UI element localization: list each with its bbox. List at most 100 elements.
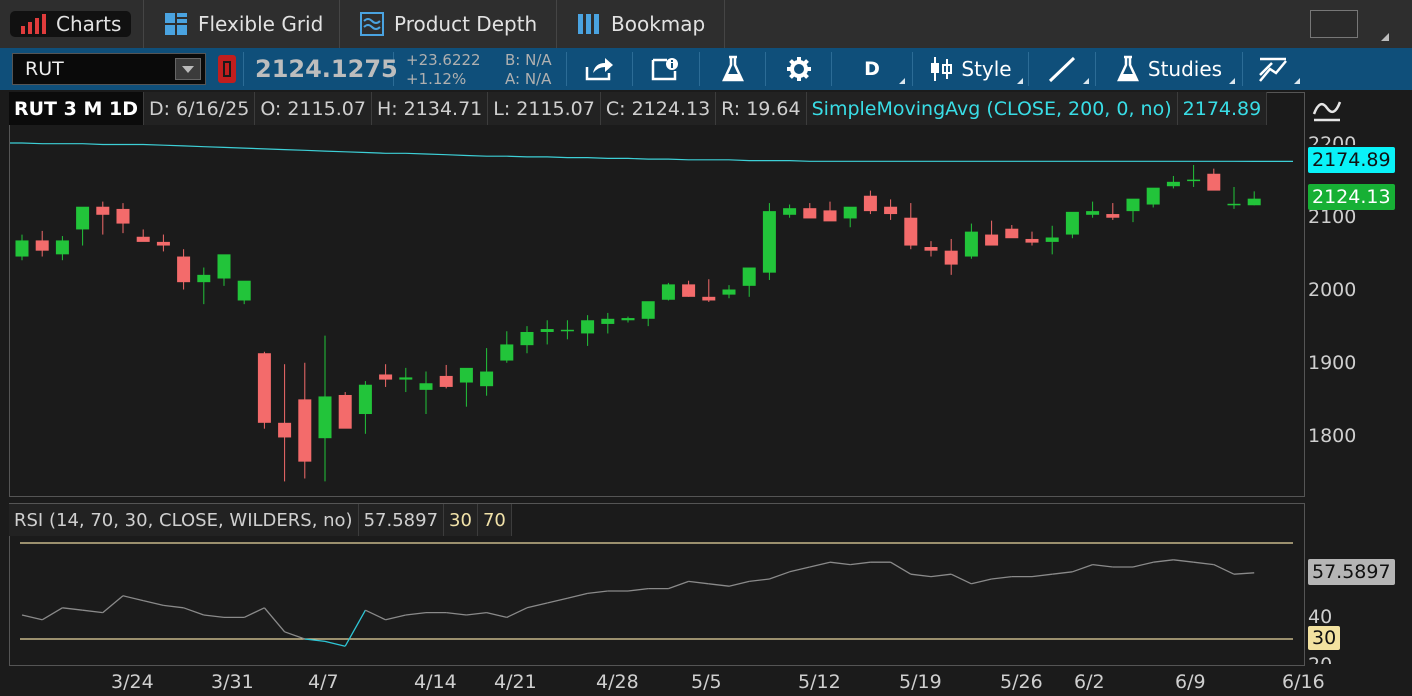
depth-icon — [360, 12, 384, 36]
candle — [722, 285, 736, 299]
last-price: 2124.1275 — [255, 55, 398, 83]
candle-body — [641, 301, 655, 319]
candle-body — [177, 256, 191, 283]
rsi-line-segment — [163, 604, 184, 609]
candle-body — [762, 211, 776, 273]
candle — [459, 367, 473, 407]
line-drawing-icon — [1048, 56, 1076, 83]
candle-body — [985, 234, 999, 246]
tab-product-depth[interactable]: Product Depth — [340, 0, 557, 48]
candle — [257, 351, 271, 429]
candle-body — [1227, 203, 1241, 206]
candle — [1166, 175, 1180, 189]
candle-body — [136, 236, 150, 242]
settings-button[interactable] — [766, 48, 831, 90]
candle — [1227, 186, 1241, 209]
symbol-dropdown-button[interactable] — [175, 58, 201, 80]
rsi-chart[interactable] — [10, 537, 1304, 664]
symbol-input[interactable]: RUT — [12, 53, 206, 85]
candle — [560, 320, 574, 340]
candle — [823, 201, 837, 222]
bar-date: D: 6/16/25 — [143, 92, 256, 125]
candle — [379, 364, 393, 387]
candle — [1106, 203, 1120, 220]
rsi-line-segment — [728, 580, 750, 587]
candle — [500, 331, 514, 363]
studies-button[interactable]: Studies — [1096, 48, 1242, 90]
candle-body — [742, 267, 756, 286]
price-tick: 1800 — [1308, 425, 1357, 447]
rsi-line-segment — [769, 571, 790, 580]
style-button[interactable]: Style — [913, 48, 1028, 90]
tab-label: Product Depth — [394, 12, 538, 36]
tab-flexible-grid[interactable]: Flexible Grid — [144, 0, 340, 48]
rsi-line-segment — [203, 614, 225, 619]
candle — [278, 364, 292, 482]
candle-body — [863, 195, 877, 212]
rsi-line-segment — [486, 611, 507, 619]
rsi-value: 57.5897 — [358, 504, 445, 536]
candle-body — [702, 296, 716, 301]
candle-body — [338, 394, 352, 429]
rsi-line-segment — [708, 583, 730, 587]
candle — [702, 279, 716, 302]
candlestick-icon — [931, 57, 953, 81]
chart-title: RUT 3 M 1D — [9, 92, 144, 125]
date-tick: 6/9 — [1175, 671, 1206, 693]
rsi-line-segment — [385, 614, 406, 621]
candle — [96, 201, 110, 235]
candle-body — [358, 384, 372, 415]
chart-info-button[interactable] — [633, 48, 699, 90]
rsi-line-segment — [1072, 563, 1093, 573]
studies-label: Studies — [1147, 57, 1223, 81]
bar-high: H: 2134.71 — [371, 92, 489, 125]
percent-change: +1.12% — [406, 70, 467, 88]
ask-price: A: N/A — [505, 70, 552, 88]
candle-body — [156, 241, 170, 246]
chart-scale-icon[interactable] — [1310, 94, 1344, 124]
candle-body — [35, 240, 49, 251]
candle-body — [55, 240, 69, 255]
candle-body — [1086, 211, 1100, 215]
candle — [1207, 168, 1221, 191]
rsi-line-segment — [1193, 561, 1214, 566]
share-icon — [585, 58, 613, 81]
flask-icon — [721, 55, 744, 82]
sma-study-label[interactable]: SimpleMovingAvg (CLOSE, 200, 0, no) — [806, 92, 1178, 125]
rsi-value-tag: 57.5897 — [1308, 559, 1395, 585]
candle-body — [1005, 228, 1019, 239]
tab-bookmap[interactable]: Bookmap — [557, 0, 725, 48]
new-tab-box[interactable] — [1310, 10, 1358, 38]
rsi-study-label[interactable]: RSI (14, 70, 30, CLOSE, WILDERS, no) — [9, 504, 359, 536]
rsi-line-segment — [122, 595, 144, 602]
candle-body — [843, 206, 857, 219]
grid-icon — [165, 13, 187, 35]
candle-body — [924, 247, 938, 251]
rsi-line-segment — [324, 640, 346, 647]
date-tick: 4/7 — [308, 671, 339, 693]
rsi-line-segment — [971, 578, 992, 585]
candle-body — [1045, 237, 1059, 242]
rsi-line-segment — [1153, 559, 1174, 563]
candle — [338, 392, 352, 429]
candle — [964, 223, 978, 259]
candle — [1005, 225, 1019, 239]
candle — [35, 230, 49, 257]
candle-body — [318, 396, 332, 439]
alert-button[interactable] — [218, 55, 236, 83]
candle-body — [783, 208, 797, 215]
candle — [762, 203, 776, 280]
candle-body — [1065, 211, 1079, 235]
candle-body — [964, 231, 978, 257]
rsi-line-segment — [284, 631, 306, 640]
tab-menu-corner[interactable] — [1381, 33, 1389, 41]
candle-body — [278, 422, 292, 438]
candle — [399, 367, 413, 393]
price-tick: 2000 — [1308, 279, 1357, 301]
share-button[interactable] — [567, 48, 632, 90]
candle-body — [298, 399, 312, 462]
candle — [358, 381, 372, 434]
price-chart[interactable] — [10, 126, 1304, 496]
tab-charts[interactable]: Charts — [0, 0, 144, 48]
lab-button[interactable] — [700, 48, 765, 90]
